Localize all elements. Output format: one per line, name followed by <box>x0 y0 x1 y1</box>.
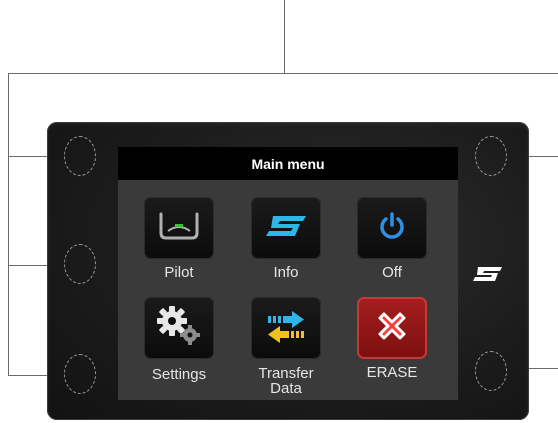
gears-icon <box>155 305 203 352</box>
callout-line <box>284 0 285 73</box>
display-screen: Main menu Pilot Info Off Settings Transf… <box>118 147 458 400</box>
transfer-data-label: Transfer Data <box>258 365 314 397</box>
settings-label: Settings <box>151 366 207 383</box>
off-label: Off <box>382 264 402 281</box>
hardware-button-left-middle[interactable] <box>64 244 96 284</box>
transfer-arrows-icon <box>264 307 308 350</box>
screen-title: Main menu <box>118 147 458 180</box>
hardware-button-right-bottom[interactable] <box>475 351 507 391</box>
pilot-tile[interactable] <box>144 197 214 259</box>
off-tile[interactable] <box>357 197 427 259</box>
callout-line <box>8 73 558 74</box>
pilot-yoke-icon <box>156 211 202 246</box>
settings-tile[interactable] <box>144 297 214 359</box>
info-tile[interactable] <box>251 197 321 259</box>
pilot-label: Pilot <box>164 264 194 281</box>
hardware-button-left-bottom[interactable] <box>64 354 96 394</box>
brand-logo-icon <box>470 266 506 282</box>
callout-line <box>8 73 9 375</box>
transfer-data-tile[interactable] <box>251 297 321 359</box>
power-icon <box>377 211 407 246</box>
hardware-button-left-top[interactable] <box>64 136 96 176</box>
erase-x-icon <box>374 308 410 349</box>
info-label: Info <box>273 264 299 281</box>
erase-label: ERASE <box>366 364 418 381</box>
hardware-button-right-top[interactable] <box>475 136 507 176</box>
erase-tile[interactable] <box>357 297 427 359</box>
brand-logo-icon <box>264 215 308 242</box>
